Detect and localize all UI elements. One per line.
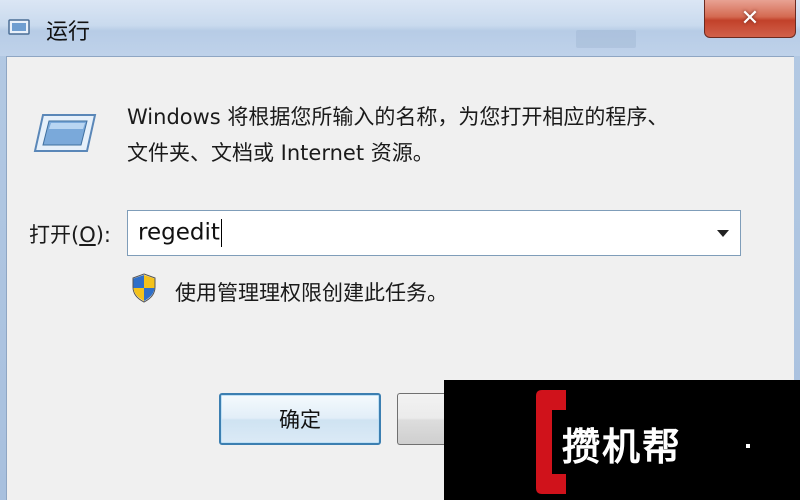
dropdown-button[interactable] xyxy=(706,211,740,255)
text-caret xyxy=(220,219,222,247)
ok-button[interactable]: 确定 xyxy=(219,393,381,445)
open-label-suffix: ): xyxy=(95,223,112,247)
open-input-value: regedit xyxy=(138,219,220,246)
description-line-2: 文件夹、文档或 Internet 资源。 xyxy=(127,141,434,165)
description: Windows 将根据您所输入的名称，为您打开相应的程序、 文件夹、文档或 In… xyxy=(127,99,747,171)
open-combobox[interactable]: regedit xyxy=(127,210,741,256)
open-label-accelerator: O xyxy=(79,223,96,247)
chevron-down-icon xyxy=(717,229,729,237)
watermark-dot xyxy=(746,444,750,448)
run-dialog-window: 运行 ✕ Windows 将根据您所输入的名称，为您打开相应的程序、 文件夹、文… xyxy=(0,0,800,500)
uac-shield-icon xyxy=(132,273,156,303)
watermark-overlay: 攒机帮 xyxy=(444,380,800,500)
run-icon xyxy=(8,19,30,35)
description-line-1: Windows 将根据您所输入的名称，为您打开相应的程序、 xyxy=(127,105,669,129)
close-icon: ✕ xyxy=(740,5,760,31)
open-input[interactable]: regedit xyxy=(128,219,706,247)
title-bar[interactable]: 运行 ✕ xyxy=(0,0,800,56)
watermark-text: 攒机帮 xyxy=(562,425,683,469)
open-label-prefix: 打开( xyxy=(29,223,80,247)
window-title: 运行 xyxy=(46,20,91,45)
close-button[interactable]: ✕ xyxy=(704,0,796,38)
open-label: 打开(O): xyxy=(29,219,111,249)
run-window-icon xyxy=(33,114,97,152)
blurred-tab xyxy=(576,30,636,48)
admin-privilege-note: 使用管理理权限创建此任务。 xyxy=(175,281,448,305)
